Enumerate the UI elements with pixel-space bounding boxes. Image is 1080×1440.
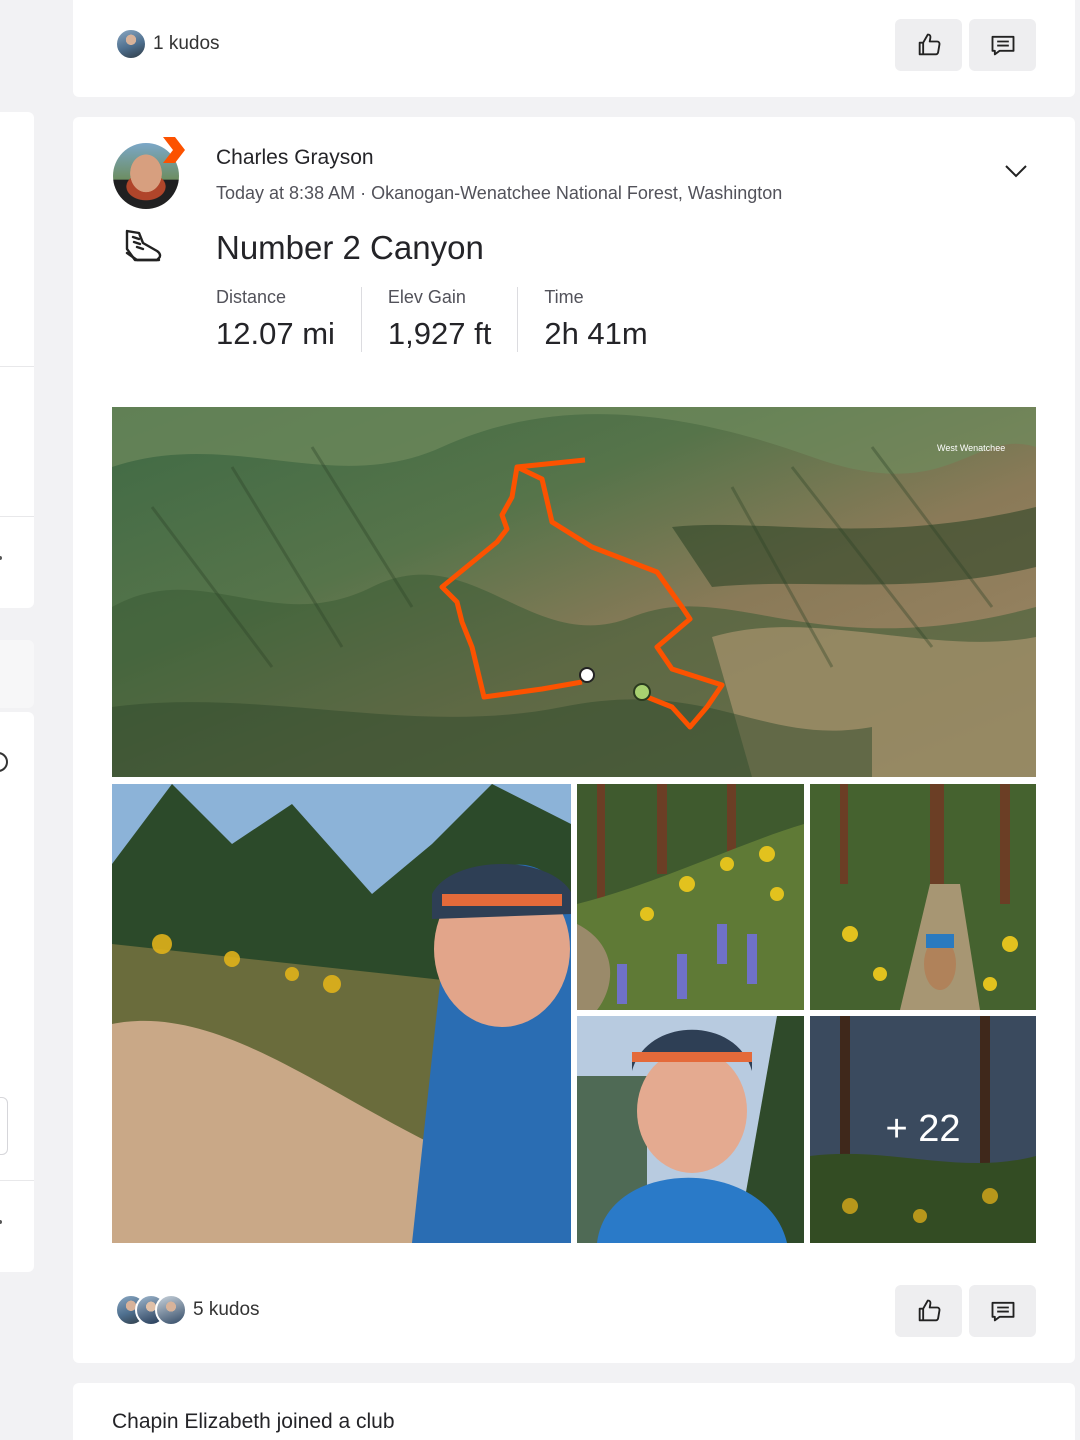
- stat-value: 12.07 mi: [216, 316, 335, 351]
- stat-value: 2h 41m: [544, 316, 648, 351]
- left-card-divider: [0, 1180, 34, 1181]
- activity-photo[interactable]: [112, 784, 571, 1243]
- activity-photo[interactable]: [810, 784, 1036, 1010]
- left-sidebar-card: [0, 112, 34, 608]
- activity-card: Charles Grayson Today at 8:38 AM · Okano…: [73, 117, 1075, 1363]
- stat-label: Elev Gain: [387, 287, 466, 307]
- kudos-count[interactable]: 1 kudos: [153, 33, 220, 55]
- thumbs-up-icon: [918, 1299, 940, 1322]
- activity-title[interactable]: Number 2 Canyon: [216, 229, 484, 267]
- activity-meta: Today at 8:38 AM · Okanogan-Wenatchee Na…: [216, 183, 783, 203]
- kudos-summary[interactable]: 5 kudos: [115, 1294, 260, 1326]
- left-sidebar-card: [0, 712, 34, 1272]
- athlete-name[interactable]: Charles Grayson: [216, 146, 374, 170]
- left-card-divider: [0, 366, 34, 367]
- kudos-summary[interactable]: 1 kudos: [115, 28, 220, 60]
- kudos-count[interactable]: 5 kudos: [193, 1299, 260, 1321]
- stat-label: Distance: [216, 287, 287, 307]
- club-join-action: joined a club: [276, 1410, 395, 1433]
- more-photos-count[interactable]: + 22: [810, 1016, 1036, 1243]
- athlete-name[interactable]: Chapin Elizabeth: [112, 1410, 271, 1433]
- feed-page: 1 kudos Charles Grayson Today at 8:38 AM…: [0, 0, 1080, 1440]
- kudos-button[interactable]: [895, 1285, 962, 1337]
- activity-stats: Distance 12.07 mi Elev Gain 1,927 ft Tim…: [216, 287, 700, 352]
- kudos-button[interactable]: [895, 19, 962, 71]
- avatar[interactable]: [115, 28, 147, 60]
- previous-post-card: 1 kudos: [73, 0, 1075, 97]
- thumbs-up-icon: [918, 33, 940, 56]
- club-join-text: Chapin Elizabeth joined a club: [112, 1410, 395, 1434]
- comment-button[interactable]: [969, 19, 1036, 71]
- kudos-avatars[interactable]: [115, 1294, 187, 1326]
- run-shoe-icon: [125, 229, 162, 262]
- chevron-down-icon[interactable]: [1001, 159, 1031, 183]
- left-card-divider: [0, 516, 34, 517]
- stat-distance: Distance 12.07 mi: [216, 287, 362, 352]
- activity-photo[interactable]: [577, 1016, 804, 1243]
- club-join-card: Chapin Elizabeth joined a club: [73, 1383, 1075, 1440]
- route-map[interactable]: West Wenatchee: [112, 407, 1036, 777]
- comment-button[interactable]: [969, 1285, 1036, 1337]
- left-sidebar-card: [0, 640, 34, 708]
- stat-value: 1,927 ft: [387, 316, 492, 351]
- stat-time: Time 2h 41m: [544, 287, 673, 352]
- map-place-label: West Wenatchee: [937, 443, 1005, 453]
- activity-photo[interactable]: [577, 784, 804, 1010]
- activity-photo-more[interactable]: + 22: [810, 1016, 1036, 1243]
- comment-icon: [991, 35, 1014, 56]
- comment-icon: [991, 1301, 1014, 1322]
- stat-label: Time: [544, 287, 584, 307]
- stat-elev-gain: Elev Gain 1,927 ft: [387, 287, 519, 352]
- subscriber-badge-icon: [163, 137, 185, 163]
- left-input-field[interactable]: [0, 1097, 8, 1155]
- avatar[interactable]: [155, 1294, 187, 1326]
